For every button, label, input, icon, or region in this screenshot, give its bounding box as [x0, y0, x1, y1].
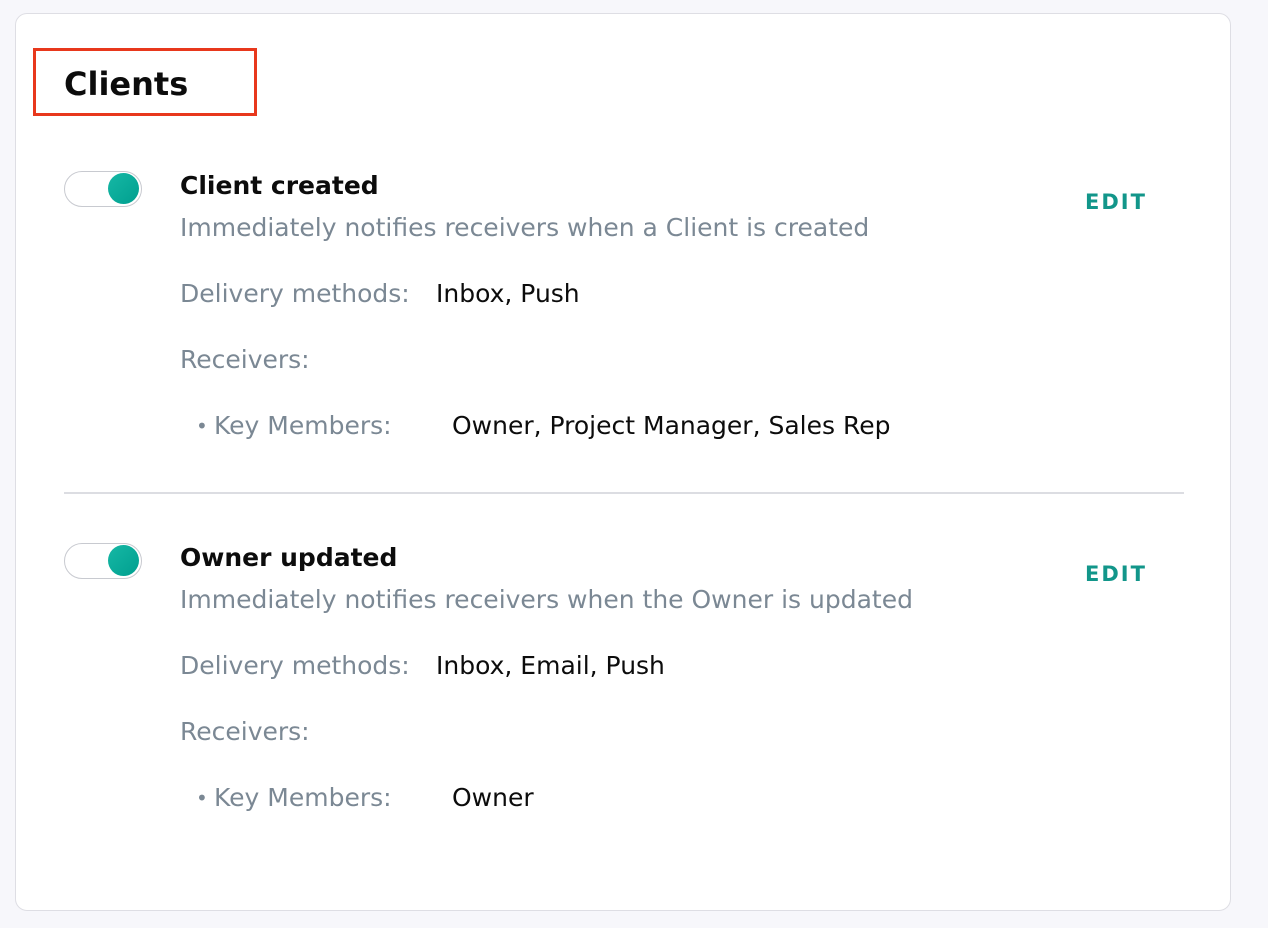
receivers-label: Receivers:: [180, 717, 310, 746]
toggle-owner-updated[interactable]: [64, 543, 142, 579]
toggle-client-created[interactable]: [64, 171, 142, 207]
divider: [64, 492, 1184, 494]
rule-description: Immediately notifies receivers when the …: [180, 585, 913, 614]
delivery-methods-label: Delivery methods:: [180, 279, 410, 308]
key-members-value: Owner: [452, 783, 534, 812]
delivery-methods-value: Inbox, Email, Push: [436, 651, 665, 680]
delivery-methods-value: Inbox, Push: [436, 279, 580, 308]
key-members-label: Key Members:: [214, 411, 392, 440]
clients-notification-card: [15, 13, 1231, 911]
edit-button[interactable]: EDIT: [1085, 560, 1147, 588]
rule-description: Immediately notifies receivers when a Cl…: [180, 213, 870, 242]
toggle-knob: [108, 173, 139, 204]
key-members-label: Key Members:: [214, 783, 392, 812]
rule-name: Client created: [180, 171, 379, 200]
list-bullet: •: [196, 414, 208, 438]
section-title: Clients: [64, 65, 189, 103]
list-bullet: •: [196, 786, 208, 810]
rule-name: Owner updated: [180, 543, 398, 572]
delivery-methods-label: Delivery methods:: [180, 651, 410, 680]
toggle-knob: [108, 545, 139, 576]
key-members-value: Owner, Project Manager, Sales Rep: [452, 411, 891, 440]
edit-button[interactable]: EDIT: [1085, 188, 1147, 216]
receivers-label: Receivers:: [180, 345, 310, 374]
